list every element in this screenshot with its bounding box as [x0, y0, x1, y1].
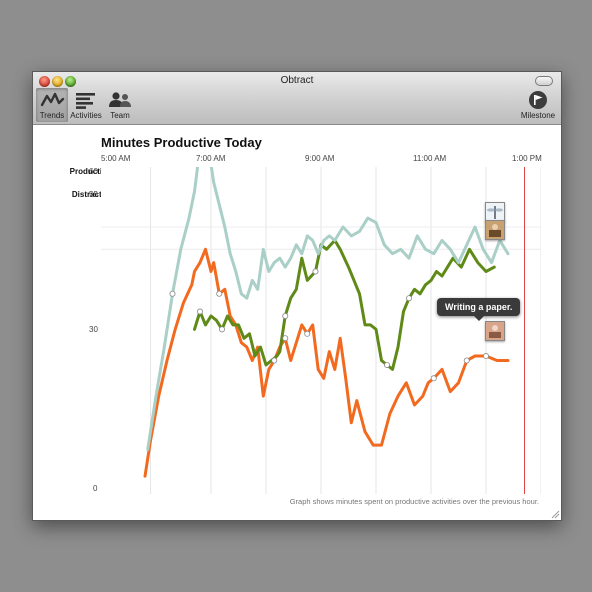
- activity-thumbnail[interactable]: [485, 220, 505, 240]
- activities-label: Activities: [70, 111, 102, 120]
- data-point: [216, 290, 223, 297]
- photo-icon: [486, 322, 504, 340]
- app-window: Obtract Trends Activities Team Milestone…: [32, 71, 562, 521]
- data-point: [463, 357, 470, 364]
- resize-grip-icon[interactable]: [550, 509, 560, 519]
- x-tick-label: 5:00 AM: [101, 154, 131, 163]
- data-point: [304, 330, 311, 337]
- window-title: Obtract: [280, 75, 314, 86]
- dragonfly-icon: [486, 203, 504, 221]
- trend-chart: [101, 167, 541, 494]
- trends-tab[interactable]: Trends: [36, 88, 68, 122]
- data-point: [169, 290, 176, 297]
- data-point: [312, 268, 319, 275]
- x-tick-label: 11:00 AM: [413, 154, 447, 163]
- trends-label: Trends: [39, 111, 65, 120]
- team-icon: [109, 92, 131, 107]
- activities-tab[interactable]: Activities: [69, 88, 103, 122]
- photo-icon: [486, 221, 504, 239]
- activity-thumbnail[interactable]: [485, 202, 505, 222]
- toolbar-toggle-button[interactable]: [535, 76, 553, 86]
- chart-title: Minutes Productive Today: [101, 135, 262, 150]
- title-bar: Obtract Trends Activities Team Milestone: [33, 72, 561, 125]
- milestone-button[interactable]: Milestone: [517, 88, 559, 122]
- activity-thumbnail[interactable]: [485, 321, 505, 341]
- flag-icon: [529, 91, 547, 109]
- x-tick-label: 7:00 AM: [196, 154, 226, 163]
- data-point: [197, 308, 204, 315]
- x-tick-label: 9:00 AM: [305, 154, 335, 163]
- team-tab[interactable]: Team: [105, 88, 135, 122]
- data-point: [282, 312, 289, 319]
- data-point: [430, 375, 437, 382]
- data-point: [282, 335, 289, 342]
- y-value-zero: 0: [93, 484, 98, 493]
- activity-tooltip: Writing a paper.: [437, 298, 521, 321]
- activities-icon: [76, 93, 95, 109]
- team-label: Team: [110, 111, 130, 120]
- data-point: [482, 353, 489, 360]
- x-tick-label: 1:00 PM: [512, 154, 542, 163]
- chart-footnote: Graph shows minutes spent on productive …: [289, 497, 539, 506]
- milestone-label: Milestone: [520, 111, 556, 120]
- data-point: [271, 357, 278, 364]
- trends-icon: [40, 92, 65, 107]
- y-value-distracted: 55: [89, 190, 98, 199]
- data-point: [219, 326, 226, 333]
- y-value-mid: 30: [89, 325, 98, 334]
- y-value-productive: 60: [89, 167, 98, 176]
- data-point: [383, 361, 390, 368]
- data-point: [405, 295, 412, 302]
